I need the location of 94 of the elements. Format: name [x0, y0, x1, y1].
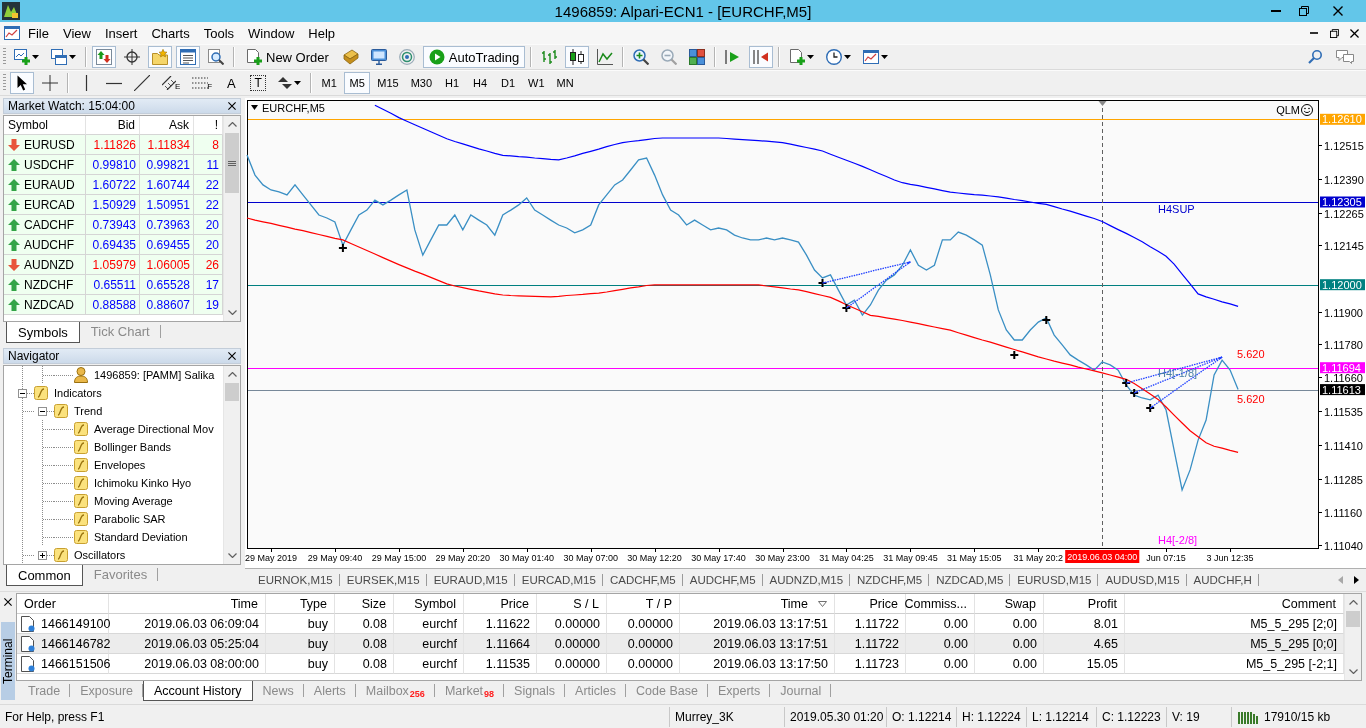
time-label: 30 May 01:40 — [499, 553, 554, 563]
price-label: 1.11535 — [1324, 406, 1363, 418]
time-label: 31 May 04:25 — [819, 553, 874, 563]
price-tag: 1.12000 — [1320, 278, 1365, 291]
table-cell: 0.00 — [975, 634, 1044, 654]
chart-label: 5.620 — [1237, 393, 1265, 405]
table-cell: buy — [266, 634, 335, 654]
status-text: 2019.05.30 01:20 — [785, 706, 887, 727]
table-cell: 0.00 — [975, 654, 1044, 674]
time-label: 29 May 15:00 — [371, 553, 427, 563]
time-label: 29 May 2019 — [245, 553, 297, 563]
table-cell: NZDCHF — [24, 277, 74, 292]
price-label: 1.12265 — [1324, 208, 1364, 220]
price-label: 1.12145 — [1324, 240, 1364, 252]
time-label: 31 May 20:2 — [1013, 553, 1064, 563]
table-cell: 1466151506 — [41, 656, 111, 671]
time-label: 3 Jun 12:35 — [1206, 553, 1254, 563]
table-cell: 0.08 — [335, 634, 394, 654]
price-label: 1.12515 — [1324, 140, 1364, 152]
price-label: 1.11660 — [1324, 372, 1363, 384]
table-cell: 0.00000 — [607, 634, 680, 654]
table-cell: M5_5_295 [-2;1] — [1125, 654, 1344, 674]
time-label: 31 May 15:05 — [947, 553, 1002, 563]
table-cell: 1.11723 — [835, 654, 906, 674]
table-cell: 1.11722 — [835, 634, 906, 654]
table-cell: AUDCHF — [24, 237, 74, 252]
table-cell: 0.00000 — [537, 634, 607, 654]
time-label: 30 May 23:00 — [755, 553, 810, 563]
table-cell: 0.88607 — [140, 295, 194, 315]
status-text: For Help, press F1 — [0, 706, 670, 727]
chart-label: 5.620 — [1237, 348, 1265, 360]
chart-title: EURCHF,M5 — [262, 102, 325, 114]
panel-title: Navigator — [8, 349, 60, 363]
time-label: 30 May 17:40 — [691, 553, 746, 563]
price-tag: 1.12610 — [1320, 113, 1365, 126]
price-tag: 1.12305 — [1320, 196, 1365, 208]
window-title: 1496859: Alpari-ECN1 - [EURCHF,M5] — [553, 2, 813, 20]
table-cell: 0.00000 — [607, 654, 680, 674]
table-cell: 1466149100 — [41, 616, 111, 631]
status-text: C: 1.12223 — [1097, 706, 1167, 727]
table-cell: 15.05 — [1044, 654, 1125, 674]
table-cell: 1466146782 — [41, 636, 111, 651]
price-label: 1.11160 — [1324, 507, 1363, 519]
time-tag: 2019.06.03 04:00 — [1065, 550, 1140, 563]
table-cell: eurchf — [394, 634, 464, 654]
table-cell: 0.00000 — [537, 654, 607, 674]
table-cell: 2019.06.03 08:00:00 — [109, 654, 266, 674]
chart-label: H4[-2/8] — [1158, 534, 1198, 546]
panel-title: Terminal — [0, 622, 15, 700]
table-cell: EURAUD — [24, 177, 75, 192]
time-label: 30 May 07:00 — [563, 553, 618, 563]
table-cell: eurchf — [394, 654, 464, 674]
table-cell: 2019.06.03 13:17:51 — [680, 634, 835, 654]
table-cell: 0.88588 — [86, 295, 140, 315]
table-cell: CADCHF — [24, 217, 74, 232]
status-text: O: 1.12214 — [887, 706, 957, 727]
table-cell: 1.11535 — [464, 654, 537, 674]
price-tag: 1.11613 — [1320, 383, 1365, 396]
table-cell: USDCHF — [24, 157, 74, 172]
price-label: 1.12390 — [1324, 174, 1364, 186]
status-text: L: 1.12214 — [1027, 706, 1097, 727]
table-cell: M5_5_295 [0;0] — [1125, 634, 1344, 654]
panel-title: Market Watch: 15:04:00 — [8, 99, 135, 113]
price-label: 1.11900 — [1324, 307, 1363, 319]
table-cell: EURCAD — [24, 197, 75, 212]
status-text: V: 19 — [1167, 706, 1232, 727]
table-cell: 0.00 — [906, 654, 975, 674]
unread-count: 256 — [409, 689, 425, 699]
table-cell: buy — [266, 654, 335, 674]
status-text: H: 1.12224 — [957, 706, 1027, 727]
table-cell: EURUSD — [24, 137, 75, 152]
table-cell: 0.08 — [335, 654, 394, 674]
price-label: 1.11285 — [1324, 474, 1363, 486]
indicator-label: QLM — [1276, 104, 1300, 116]
table-cell: 1.11664 — [464, 634, 537, 654]
table-cell: 0.00 — [906, 634, 975, 654]
time-label: Jun 07:15 — [1146, 553, 1186, 563]
status-text: Murrey_3K — [670, 706, 785, 727]
price-label: 1.11040 — [1324, 540, 1363, 552]
table-cell: AUDNZD — [24, 257, 74, 272]
table-cell: 2019.06.03 05:25:04 — [109, 634, 266, 654]
time-label: 29 May 20:20 — [435, 553, 491, 563]
price-tag: 1.11694 — [1320, 361, 1365, 374]
time-label: 30 May 12:20 — [627, 553, 682, 563]
time-label: 31 May 09:45 — [883, 553, 938, 563]
table-cell: NZDCAD — [24, 297, 74, 312]
unread-count: 98 — [484, 689, 495, 699]
line-label: H4SUP — [1158, 203, 1195, 215]
table-cell: 2019.06.03 13:17:50 — [680, 654, 835, 674]
price-label: 1.11780 — [1324, 339, 1363, 351]
status-text: 17910/15 kb — [1264, 709, 1331, 724]
price-label: 1.11410 — [1324, 440, 1363, 452]
time-label: 29 May 09:40 — [307, 553, 363, 563]
table-cell: 4.65 — [1044, 634, 1125, 654]
